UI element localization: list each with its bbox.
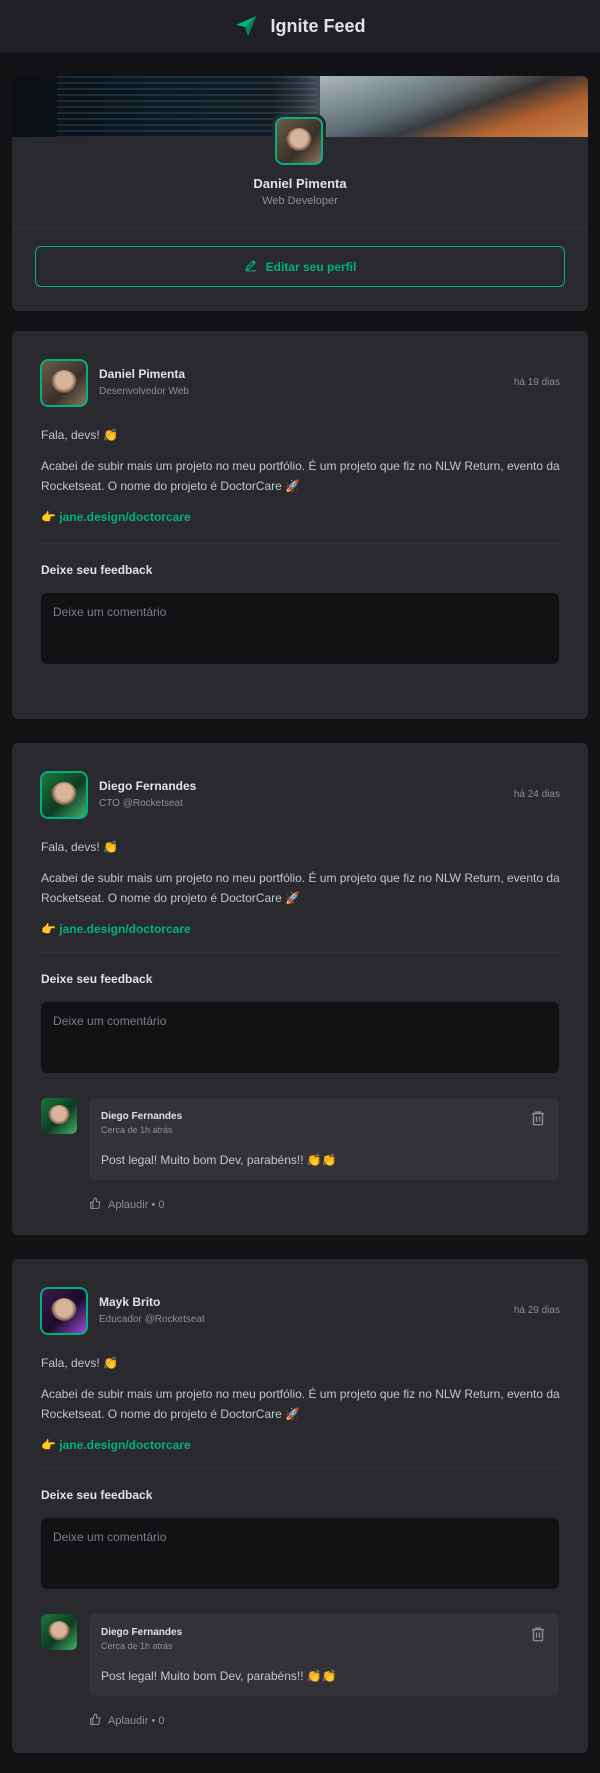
pointing-hand-icon: 👉 — [41, 510, 56, 524]
post-content: Fala, devs! 👏 Acabei de subir mais um pr… — [41, 1353, 560, 1466]
author-role: CTO @Rocketseat — [99, 798, 183, 809]
thumbs-up-icon — [89, 1197, 102, 1213]
applaud-label: Aplaudir • 0 — [108, 1199, 165, 1211]
comment-author: Diego Fernandes — [101, 1111, 183, 1122]
edit-profile-label: Editar seu perfil — [265, 259, 357, 274]
author-name: Diego Fernandes — [99, 779, 197, 793]
post-header: Diego Fernandes CTO @Rocketseat há 24 di… — [37, 768, 560, 822]
trash-icon[interactable] — [529, 1625, 547, 1643]
post-greeting: Fala, devs! 👏 — [41, 428, 118, 442]
post-body: Acabei de subir mais um projeto no meu p… — [41, 459, 560, 493]
post-content: Fala, devs! 👏 Acabei de subir mais um pr… — [41, 425, 560, 538]
profile-divider — [12, 227, 588, 228]
comment-author-avatar[interactable] — [41, 1614, 77, 1650]
comment-author-avatar[interactable] — [41, 1098, 77, 1134]
post-body: Acabei de subir mais um projeto no meu p… — [41, 1387, 560, 1421]
post-link[interactable]: jane.design/doctorcare — [59, 922, 190, 936]
app-title: Ignite Feed — [270, 15, 366, 36]
author-avatar[interactable] — [37, 768, 91, 822]
pencil-icon — [244, 258, 258, 275]
post-time: há 19 dias — [513, 377, 560, 388]
author-avatar[interactable] — [37, 1284, 91, 1338]
post-content: Fala, devs! 👏 Acabei de subir mais um pr… — [41, 837, 560, 950]
post-link[interactable]: jane.design/doctorcare — [59, 510, 190, 524]
post-link[interactable]: jane.design/doctorcare — [59, 1438, 190, 1452]
comment-bubble: Diego Fernandes Cerca de 1h atrás Post l… — [89, 1614, 559, 1696]
post-divider — [41, 543, 560, 544]
author-role: Desenvolvedor Web — [99, 386, 189, 397]
profile-avatar — [272, 114, 326, 168]
applaud-button[interactable]: Aplaudir • 0 — [89, 1197, 164, 1213]
profile-card: Daniel Pimenta Web Developer Editar seu … — [12, 76, 588, 311]
comment-input[interactable] — [41, 1002, 559, 1073]
comment-time: Cerca de 1h atrás — [101, 1125, 173, 1135]
post-time: há 24 dias — [513, 789, 560, 800]
comment-time: Cerca de 1h atrás — [101, 1641, 173, 1651]
applaud-label: Aplaudir • 0 — [108, 1715, 165, 1727]
post-divider — [41, 952, 560, 953]
post-divider — [41, 1468, 560, 1469]
post-header: Mayk Brito Educador @Rocketseat há 29 di… — [37, 1284, 560, 1338]
post-body: Acabei de subir mais um projeto no meu p… — [41, 871, 560, 905]
comment-text: Post legal! Muito bom Dev, parabéns!! 👏👏 — [101, 1669, 337, 1683]
applaud-button[interactable]: Aplaudir • 0 — [89, 1713, 164, 1729]
author-role: Educador @Rocketseat — [99, 1314, 205, 1325]
paper-plane-icon — [234, 14, 258, 38]
edit-profile-button[interactable]: Editar seu perfil — [35, 246, 565, 287]
profile-name: Daniel Pimenta — [253, 176, 347, 191]
post: Daniel Pimenta Desenvolvedor Web há 19 d… — [12, 331, 588, 719]
post-greeting: Fala, devs! 👏 — [41, 1356, 118, 1370]
comment-text: Post legal! Muito bom Dev, parabéns!! 👏👏 — [101, 1153, 337, 1167]
feedback-title: Deixe seu feedback — [41, 1488, 153, 1502]
post: Mayk Brito Educador @Rocketseat há 29 di… — [12, 1259, 588, 1753]
feedback-title: Deixe seu feedback — [41, 563, 153, 577]
thumbs-up-icon — [89, 1713, 102, 1729]
comment-input[interactable] — [41, 593, 559, 664]
post-time: há 29 dias — [513, 1305, 560, 1316]
comment-input[interactable] — [41, 1518, 559, 1589]
post-header: Daniel Pimenta Desenvolvedor Web há 19 d… — [37, 356, 560, 410]
app-header: Ignite Feed — [0, 0, 600, 53]
post: Diego Fernandes CTO @Rocketseat há 24 di… — [12, 743, 588, 1235]
comment-bubble: Diego Fernandes Cerca de 1h atrás Post l… — [89, 1098, 559, 1180]
author-avatar[interactable] — [37, 356, 91, 410]
post-greeting: Fala, devs! 👏 — [41, 840, 118, 854]
pointing-hand-icon: 👉 — [41, 922, 56, 936]
author-name: Mayk Brito — [99, 1295, 161, 1309]
comment-author: Diego Fernandes — [101, 1627, 183, 1638]
feedback-title: Deixe seu feedback — [41, 972, 153, 986]
author-name: Daniel Pimenta — [99, 367, 186, 381]
profile-role: Web Developer — [262, 195, 338, 207]
trash-icon[interactable] — [529, 1109, 547, 1127]
pointing-hand-icon: 👉 — [41, 1438, 56, 1452]
